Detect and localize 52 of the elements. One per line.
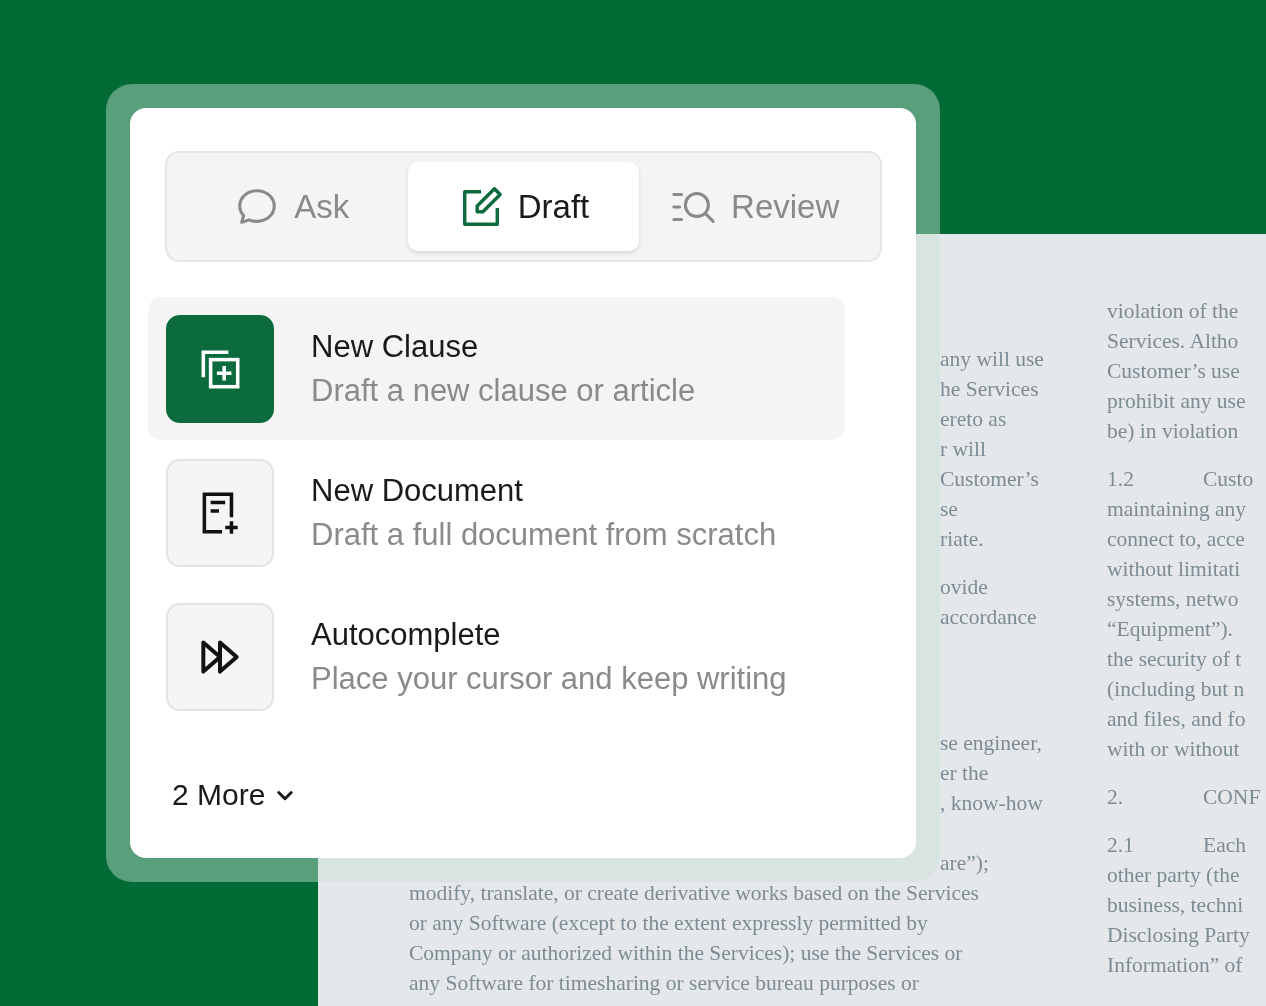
document-text: Disclosing Party <box>1107 923 1250 947</box>
document-text: violation of the <box>1107 299 1239 323</box>
document-text: CONF <box>1203 785 1261 809</box>
document-text: prohibit any use <box>1107 389 1246 413</box>
document-text: modify, translate, or create derivative works based on the Services <box>409 881 979 905</box>
document-text: any Software for timesharing or service bureau purposes or <box>409 971 919 995</box>
action-title: New Clause <box>311 328 480 365</box>
document-text: other party (the <box>1107 863 1240 887</box>
document-text: se engineer, <box>940 731 1042 755</box>
section-number: 2.1 <box>1107 832 1135 859</box>
section-number: 1.2 <box>1107 466 1135 493</box>
section-number: 2. <box>1107 784 1125 811</box>
document-text: accordance <box>940 605 1037 629</box>
action-description: Draft a full document from scratch <box>311 516 777 553</box>
document-text: any will use <box>940 347 1044 371</box>
document-text: se <box>940 497 958 521</box>
document-text: riate. <box>940 527 984 551</box>
document-text: systems, netwo <box>1107 587 1239 611</box>
document-text: without limitati <box>1107 557 1241 581</box>
document-text: maintaining any <box>1107 497 1247 521</box>
action-item[interactable]: New Clause Draft a new clause or article <box>148 297 845 440</box>
document-text: business, techni <box>1107 893 1244 917</box>
action-item[interactable]: New Document Draft a full document from scratch <box>148 441 845 584</box>
document-text: “Equipment”). <box>1107 617 1233 641</box>
document-text: Customer’s <box>940 467 1039 491</box>
more-button[interactable]: 2 More <box>172 778 296 812</box>
document-text: are”); <box>940 851 989 875</box>
document-text: Services. Altho <box>1107 329 1239 353</box>
document-text: r will <box>940 437 986 461</box>
document-text: connect to, acce <box>1107 527 1245 551</box>
document-text: with or without <box>1107 737 1240 761</box>
action-item[interactable]: Autocomplete Place your cursor and keep writing <box>148 585 845 728</box>
document-text: Each <box>1203 833 1246 857</box>
document-text: he Services <box>940 377 1039 401</box>
action-title: Autocomplete <box>311 616 502 653</box>
action-description: Draft a new clause or article <box>311 372 696 409</box>
document-text: ereto as <box>940 407 1007 431</box>
document-text: and files, and fo <box>1107 707 1246 731</box>
document-text: Customer’s use <box>1107 359 1240 383</box>
document-text: ovide <box>940 575 988 599</box>
document-text: (including but n <box>1107 677 1245 701</box>
document-text: Custo <box>1203 467 1254 491</box>
document-text: er the <box>940 761 989 785</box>
document-text: or any Software (except to the extent expressly permitted by <box>409 911 928 935</box>
document-text: Company or authorized within the Services); use the Services or <box>409 941 963 965</box>
document-text: be) in violation <box>1107 419 1239 443</box>
document-text: , know-how <box>940 791 1043 815</box>
mode-tab[interactable]: Draft <box>407 162 640 251</box>
action-description: Place your cursor and keep writing <box>311 660 787 697</box>
action-title: New Document <box>311 472 524 509</box>
document-text: the security of t <box>1107 647 1242 671</box>
document-text: Information” of <box>1107 953 1243 977</box>
